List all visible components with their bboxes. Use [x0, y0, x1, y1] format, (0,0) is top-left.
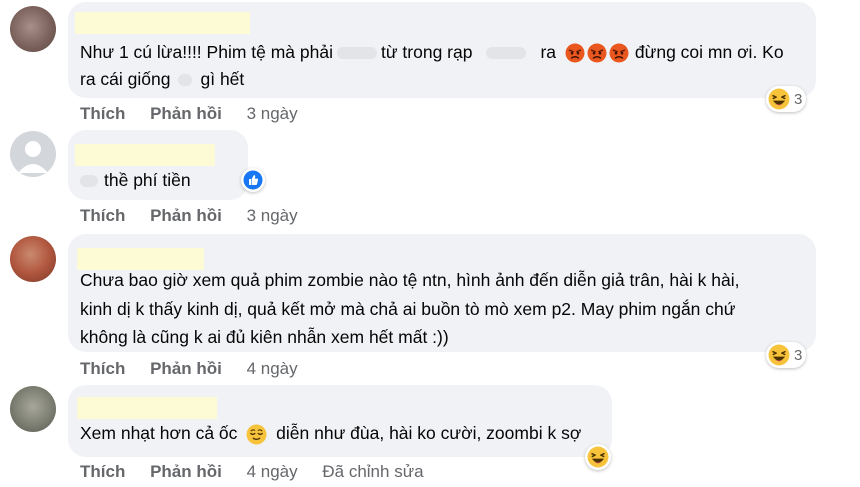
- reaction-count: 3: [794, 346, 803, 364]
- angry-emoji-icon: [565, 43, 585, 63]
- comment-actions: Thích Phản hồi 3 ngày: [80, 104, 318, 124]
- redacted-author-name: [75, 144, 215, 166]
- comment-actions: Thích Phản hồi 3 ngày: [80, 206, 318, 226]
- comment-text: Như 1 cú lừa!!!! Phim tệ mà phải từ trong…: [80, 37, 784, 67]
- edited-label[interactable]: Đã chỉnh sửa: [322, 462, 423, 481]
- reply-link[interactable]: Phản hồi: [150, 104, 222, 123]
- comment-text: Xem nhạt hơn cả ốc diễn như đùa, hài ko …: [80, 418, 581, 448]
- reaction-summary[interactable]: 3: [766, 342, 807, 368]
- timestamp[interactable]: 3 ngày: [247, 206, 298, 225]
- redacted-author-name: [77, 397, 217, 419]
- reaction-summary[interactable]: 3: [766, 86, 807, 112]
- angry-emoji-icon: [609, 43, 629, 63]
- avatar[interactable]: [10, 131, 56, 177]
- relieved-emoji-icon: [246, 424, 267, 445]
- reaction-count: 3: [794, 90, 803, 108]
- comment-text-part: Như 1 cú lừa!!!! Phim tệ mà phải: [80, 42, 333, 62]
- avatar[interactable]: [10, 236, 56, 282]
- comment-bubble: Xem nhạt hơn cả ốc diễn như đùa, hài ko …: [68, 385, 612, 457]
- reply-link[interactable]: Phản hồi: [150, 359, 222, 378]
- comment-actions: Thích Phản hồi 4 ngày Đã chỉnh sửa: [80, 462, 444, 482]
- comment-text-part: đừng coi mn ơi. Ko: [634, 42, 784, 62]
- comment-bubble: thề phí tiền: [68, 130, 248, 200]
- reply-link[interactable]: Phản hồi: [150, 462, 222, 481]
- redacted-word: [178, 74, 193, 87]
- comment-text: không là cũng k ai đủ kiên nhẫn xem hết …: [80, 327, 449, 347]
- comment-text: thề phí tiền: [80, 165, 191, 195]
- like-link[interactable]: Thích: [80, 104, 125, 123]
- like-link[interactable]: Thích: [80, 462, 125, 481]
- comment-text: kinh dị k thấy kinh dị, quả kết mở mà ch…: [80, 299, 736, 319]
- comment-text-part: ra cái giống: [80, 69, 171, 89]
- timestamp[interactable]: 4 ngày: [247, 462, 298, 481]
- reply-link[interactable]: Phản hồi: [150, 206, 222, 225]
- comment-text-part: ra: [540, 42, 557, 62]
- redacted-author-name: [75, 12, 250, 34]
- comment-text-part: diễn như đùa, hài ko cười, zoombi k sợ: [276, 423, 582, 443]
- comment-text-part: Xem nhạt hơn cả ốc: [80, 423, 238, 443]
- comment-bubble: Như 1 cú lừa!!!! Phim tệ mà phải từ trong…: [68, 2, 816, 98]
- laugh-reaction-icon[interactable]: [585, 444, 611, 470]
- avatar[interactable]: [10, 6, 56, 52]
- laugh-emoji-icon: [768, 344, 790, 366]
- like-reaction-icon[interactable]: [241, 168, 265, 192]
- comment-actions: Thích Phản hồi 4 ngày: [80, 359, 318, 379]
- comment-text: Chưa bao giờ xem quả phim zombie nào tệ …: [80, 270, 740, 290]
- comment-text: ra cái giống gì hết: [80, 64, 244, 94]
- comment-text-part: thề phí tiền: [104, 170, 191, 190]
- default-avatar-icon: [18, 141, 48, 173]
- timestamp[interactable]: 4 ngày: [247, 359, 298, 378]
- like-link[interactable]: Thích: [80, 359, 125, 378]
- timestamp[interactable]: 3 ngày: [247, 104, 298, 123]
- comment-text-part: từ trong rạp: [380, 42, 473, 62]
- redacted-word: [80, 175, 98, 188]
- comment-text-part: gì hết: [200, 69, 245, 89]
- redacted-word: [486, 47, 527, 60]
- laugh-emoji-icon: [768, 88, 790, 110]
- avatar[interactable]: [10, 386, 56, 432]
- like-link[interactable]: Thích: [80, 206, 125, 225]
- redacted-word: [336, 47, 377, 60]
- comment-bubble: Chưa bao giờ xem quả phim zombie nào tệ …: [68, 234, 816, 352]
- angry-emoji-icon: [587, 43, 607, 63]
